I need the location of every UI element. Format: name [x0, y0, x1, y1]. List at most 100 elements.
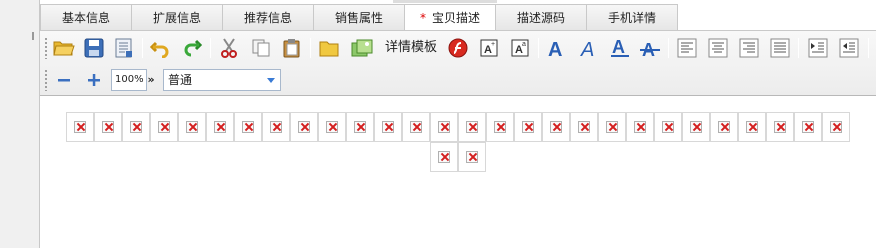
splitter-grip[interactable]: [32, 32, 36, 40]
align-right-icon[interactable]: [737, 36, 761, 60]
separator: [210, 38, 211, 58]
flash-icon[interactable]: [446, 36, 470, 60]
broken-image[interactable]: [346, 112, 374, 142]
font-italic-a-icon[interactable]: A: [577, 36, 601, 60]
broken-image[interactable]: [430, 142, 458, 172]
insert-image-icon[interactable]: [350, 36, 374, 60]
redo-icon[interactable]: [180, 36, 204, 60]
broken-image[interactable]: [206, 112, 234, 142]
active-tab-indicator: [393, 0, 497, 3]
outdent-icon[interactable]: [837, 36, 861, 60]
broken-image[interactable]: [374, 112, 402, 142]
broken-image[interactable]: [66, 112, 94, 142]
align-left-icon[interactable]: [675, 36, 699, 60]
broken-image-icon: [466, 121, 478, 133]
broken-image[interactable]: [486, 112, 514, 142]
broken-image[interactable]: [458, 142, 486, 172]
broken-image[interactable]: [178, 112, 206, 142]
zoom-more-button[interactable]: »: [146, 69, 156, 91]
broken-image-icon: [326, 121, 338, 133]
broken-image-icon: [354, 121, 366, 133]
svg-text:A: A: [548, 39, 562, 58]
align-justify-icon[interactable]: [768, 36, 792, 60]
paragraph-format-select[interactable]: 普通: [163, 69, 281, 91]
tab-mobile-details[interactable]: 手机详情: [586, 4, 678, 30]
font-bold-a-icon[interactable]: A: [545, 36, 569, 60]
broken-image[interactable]: [234, 112, 262, 142]
broken-image[interactable]: [122, 112, 150, 142]
broken-image[interactable]: [682, 112, 710, 142]
tab-label: 扩展信息: [152, 11, 201, 25]
broken-image[interactable]: [542, 112, 570, 142]
broken-image[interactable]: [766, 112, 794, 142]
broken-image-icon: [102, 121, 114, 133]
description-editor-area[interactable]: [40, 97, 876, 248]
indent-icon[interactable]: [806, 36, 830, 60]
undo-icon[interactable]: [148, 36, 172, 60]
broken-image[interactable]: [402, 112, 430, 142]
detail-template-button[interactable]: 详情模板: [385, 36, 437, 60]
chevron-down-icon: [267, 78, 275, 83]
tab-label: 销售属性: [334, 11, 383, 25]
broken-image-icon: [214, 121, 226, 133]
broken-image-icon: [410, 121, 422, 133]
tab-label: 宝贝描述: [431, 11, 480, 25]
broken-image-icon: [802, 121, 814, 133]
broken-image[interactable]: [430, 112, 458, 142]
broken-image[interactable]: [794, 112, 822, 142]
separator: [798, 38, 799, 58]
open-folder-icon[interactable]: [52, 36, 76, 60]
font-underline-a-icon[interactable]: A: [608, 36, 632, 60]
broken-image-icon: [298, 121, 310, 133]
properties-icon[interactable]: [112, 36, 136, 60]
toolbar-grip[interactable]: [44, 69, 49, 91]
broken-image[interactable]: [318, 112, 346, 142]
plus-icon[interactable]: [82, 68, 106, 92]
broken-image[interactable]: [626, 112, 654, 142]
broken-image[interactable]: [150, 112, 178, 142]
font-strike-a-icon[interactable]: A: [638, 36, 662, 60]
text-box-alt-icon[interactable]: Aa: [508, 36, 532, 60]
broken-image-icon: [830, 121, 842, 133]
broken-image[interactable]: [514, 112, 542, 142]
tab-description-source[interactable]: 描述源码: [495, 4, 587, 30]
format-value: 普通: [168, 73, 193, 87]
broken-image[interactable]: [654, 112, 682, 142]
copy-icon[interactable]: [249, 36, 273, 60]
paste-icon[interactable]: [280, 36, 304, 60]
svg-text:a: a: [522, 41, 526, 48]
broken-image[interactable]: [738, 112, 766, 142]
minus-icon[interactable]: [52, 68, 76, 92]
tab-basic-info[interactable]: 基本信息: [40, 4, 132, 30]
align-center-icon[interactable]: [706, 36, 730, 60]
broken-image-icon: [522, 121, 534, 133]
broken-image-icon: [662, 121, 674, 133]
broken-image-icon: [494, 121, 506, 133]
tab-item-description[interactable]: * 宝贝描述: [404, 4, 496, 31]
separator: [538, 38, 539, 58]
broken-image-icon: [634, 121, 646, 133]
tab-extended-info[interactable]: 扩展信息: [131, 4, 223, 30]
broken-image[interactable]: [710, 112, 738, 142]
tab-sales-attributes[interactable]: 销售属性: [313, 4, 405, 30]
broken-image[interactable]: [570, 112, 598, 142]
broken-image-icon: [438, 151, 450, 163]
broken-image-icon: [74, 121, 86, 133]
broken-image[interactable]: [290, 112, 318, 142]
toolbar-grip[interactable]: [44, 37, 49, 59]
folder-icon[interactable]: [317, 36, 341, 60]
tab-recommend-info[interactable]: 推荐信息: [222, 4, 314, 30]
broken-image-icon: [158, 121, 170, 133]
cut-icon[interactable]: [217, 36, 241, 60]
save-icon[interactable]: [82, 36, 106, 60]
separator: [310, 38, 311, 58]
zoom-input[interactable]: 100%: [111, 69, 147, 91]
broken-image[interactable]: [598, 112, 626, 142]
toolbar-row-main: 详情模板 A+ Aa A A A A: [40, 33, 876, 63]
broken-image[interactable]: [94, 112, 122, 142]
broken-image[interactable]: [822, 112, 850, 142]
broken-image[interactable]: [458, 112, 486, 142]
text-box-icon[interactable]: A +: [477, 36, 501, 60]
broken-image-icon: [718, 121, 730, 133]
broken-image[interactable]: [262, 112, 290, 142]
